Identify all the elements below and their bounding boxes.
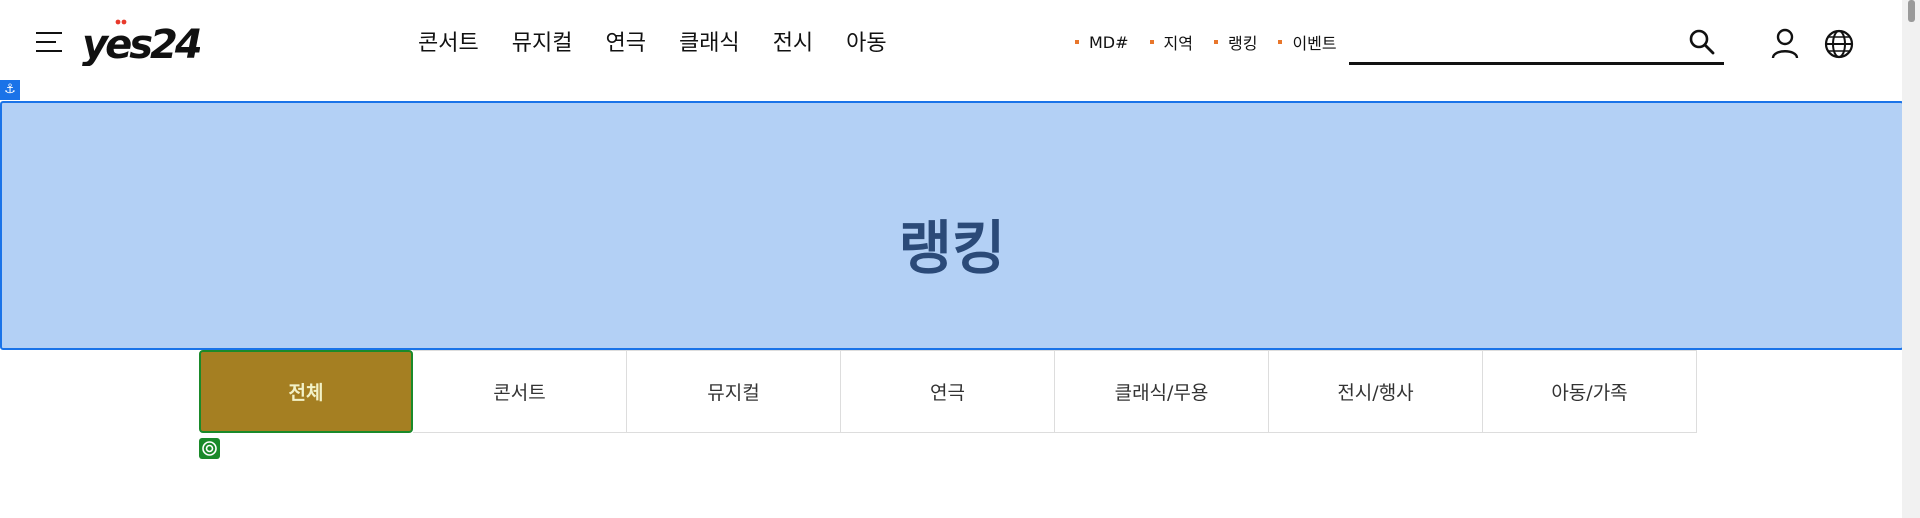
quick-link-ranking[interactable]: 랭킹 — [1213, 30, 1258, 54]
page-title: 랭킹 — [898, 214, 1006, 282]
quick-link-label: 랭킹 — [1227, 34, 1258, 53]
quick-link-label: 이벤트 — [1292, 34, 1337, 53]
quick-link-region[interactable]: 지역 — [1149, 30, 1193, 54]
page-scrollbar[interactable] — [1902, 0, 1920, 518]
bullet-icon — [1278, 40, 1283, 44]
search-input[interactable] — [1349, 24, 1683, 60]
nav-item-musical[interactable]: 뮤지컬 — [512, 27, 573, 61]
tab-kids-family[interactable]: 아동/가족 — [1483, 350, 1697, 433]
globe-icon[interactable] — [1823, 28, 1855, 60]
quick-link-event[interactable]: 이벤트 — [1278, 30, 1337, 54]
site-header: yes24 콘서트 뮤지컬 연극 클래식 전시 아동 MD# 지역 랭킹 이벤트 — [0, 0, 1900, 88]
quick-links: MD# 지역 랭킹 이벤트 — [1075, 30, 1358, 54]
bullet-icon — [1149, 40, 1154, 44]
hamburger-menu-icon[interactable] — [36, 32, 66, 56]
tab-musical[interactable]: 뮤지컬 — [627, 350, 841, 433]
tab-exhibition-event[interactable]: 전시/행사 — [1269, 350, 1483, 433]
nav-item-play[interactable]: 연극 — [605, 27, 645, 61]
anchor-icon: ⚓ — [0, 80, 20, 100]
nav-item-concert[interactable]: 콘서트 — [418, 27, 479, 61]
main-nav: 콘서트 뮤지컬 연극 클래식 전시 아동 — [418, 27, 920, 61]
user-icon[interactable] — [1770, 28, 1800, 60]
yes24-logo[interactable]: yes24 — [80, 16, 200, 66]
nav-item-classic[interactable]: 클래식 — [679, 27, 740, 61]
search-bar — [1349, 24, 1724, 65]
logo-text: yes24 — [82, 22, 200, 66]
quick-link-label: MD# — [1089, 32, 1129, 52]
tab-all[interactable]: 전체 — [199, 350, 413, 433]
bullet-icon — [1075, 40, 1079, 44]
nav-item-exhibition[interactable]: 전시 — [773, 27, 813, 61]
target-icon — [199, 438, 220, 459]
ranking-category-tabs: 전체 콘서트 뮤지컬 연극 클래식/무용 전시/행사 아동/가족 — [199, 350, 1697, 433]
tab-classic-dance[interactable]: 클래식/무용 — [1055, 350, 1269, 433]
tab-concert[interactable]: 콘서트 — [413, 350, 627, 433]
search-icon[interactable] — [1688, 28, 1716, 56]
quick-link-md[interactable]: MD# — [1075, 33, 1129, 52]
quick-link-label: 지역 — [1163, 34, 1193, 53]
nav-item-kids[interactable]: 아동 — [846, 27, 886, 61]
tab-play[interactable]: 연극 — [841, 350, 1055, 433]
bullet-icon — [1213, 40, 1218, 44]
scrollbar-thumb[interactable] — [1908, 0, 1915, 22]
ranking-hero: 랭킹 — [0, 101, 1904, 350]
